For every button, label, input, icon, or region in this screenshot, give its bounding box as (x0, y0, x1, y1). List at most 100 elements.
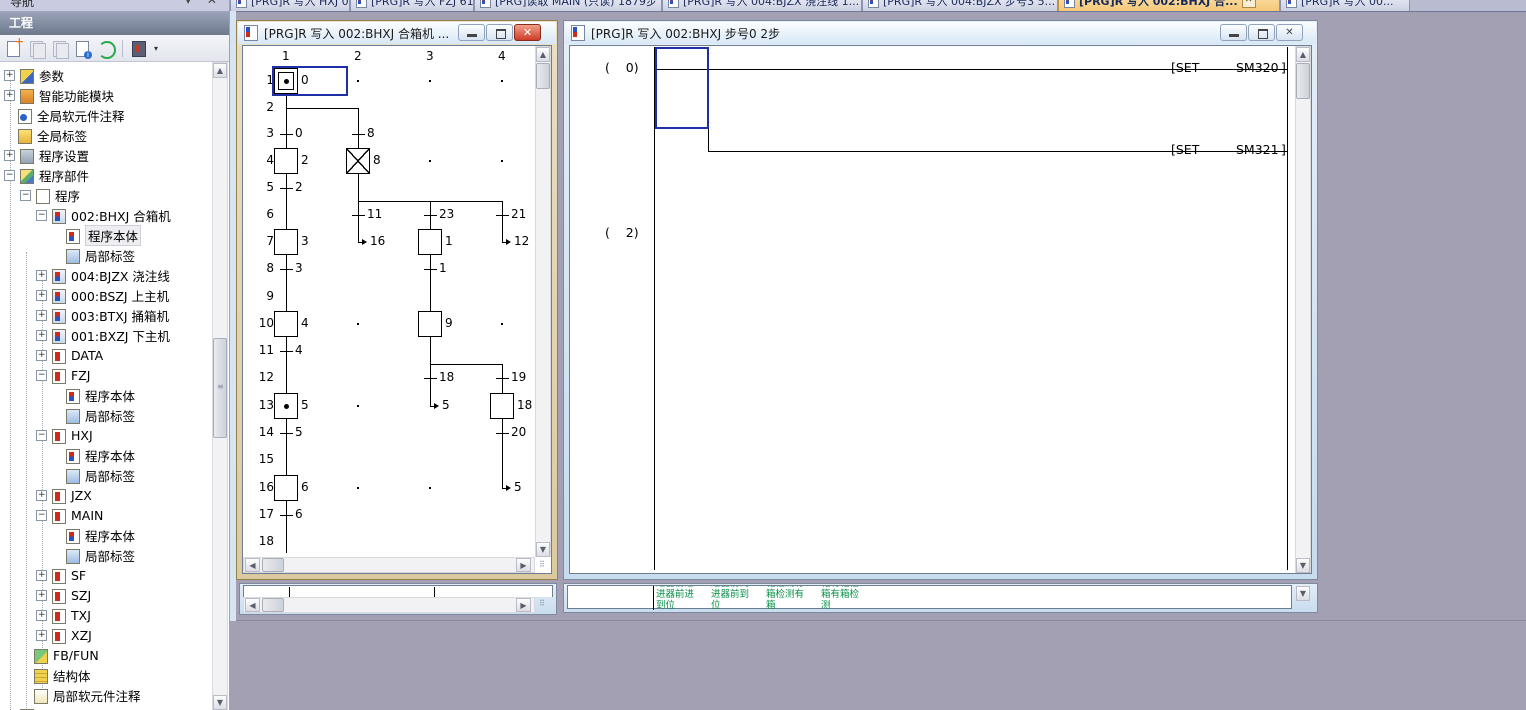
tree-item--[interactable]: 全局标签 (4, 125, 87, 145)
tree-item--[interactable]: 程序本体 (52, 225, 141, 245)
set-instruction[interactable]: [SET (1171, 60, 1199, 75)
sfc-jump-icon[interactable] (502, 479, 503, 488)
collapse-minus-icon[interactable]: − (36, 430, 47, 441)
new-data-button[interactable]: + (4, 39, 23, 58)
collapse-minus-icon[interactable]: − (20, 190, 31, 201)
sfc-transition[interactable] (280, 188, 293, 189)
tree-item--[interactable]: 局部标签 (52, 245, 135, 265)
strip-left-hscrollbar[interactable]: ◀ ▶ (243, 597, 535, 613)
sfc-jump-icon[interactable] (358, 233, 359, 242)
ladder-vscroll-thumb[interactable] (1296, 63, 1310, 99)
expand-plus-icon[interactable]: + (4, 90, 15, 101)
tree-item-txj[interactable]: +TXJ (36, 605, 91, 625)
sfc-step[interactable] (274, 393, 298, 419)
sfc-transition[interactable] (424, 269, 437, 270)
tree-item-000-bszj-[interactable]: +000:BSZJ 上主机 (36, 285, 169, 305)
sfc-scroll-up-arrow[interactable]: ▲ (536, 47, 550, 62)
property-button[interactable]: i (73, 39, 92, 58)
sfc-transition[interactable] (280, 269, 293, 270)
expand-plus-icon[interactable]: + (36, 270, 47, 281)
tree-item-003-btxj-[interactable]: +003:BTXJ 捅箱机 (36, 305, 169, 325)
document-tab-3[interactable]: [PRG]读取 MAIN (只读) 1879步 (474, 0, 662, 11)
tree-scroll-down-arrow[interactable]: ▼ (213, 695, 227, 710)
expand-plus-icon[interactable]: + (36, 310, 47, 321)
tree-item--[interactable]: +智能功能模块 (4, 85, 114, 105)
sfc-transition[interactable] (496, 215, 509, 216)
sfc-transition[interactable] (352, 215, 365, 216)
sfc-step[interactable] (274, 475, 298, 501)
sfc-step[interactable] (274, 148, 298, 174)
ladder-scroll-down-arrow[interactable]: ▼ (1296, 558, 1310, 573)
tree-scroll-up-arrow[interactable]: ▲ (213, 63, 227, 78)
tree-item--[interactable]: 局部标签 (52, 465, 135, 485)
sfc-transition[interactable] (280, 433, 293, 434)
document-tab-6[interactable]: [PRG]R 写入 002:BHXJ 合...✕ (1058, 0, 1280, 11)
dropdown-arrow-icon[interactable]: ▾ (154, 44, 158, 53)
set-operand[interactable]: SM320 (1236, 60, 1279, 75)
paste-button[interactable] (50, 39, 69, 58)
tree-item--[interactable]: 全局软元件注释 (4, 105, 125, 125)
tree-item-fb-fun[interactable]: FB/FUN (20, 645, 99, 665)
tree-item-001-bxzj-[interactable]: +001:BXZJ 下主机 (36, 325, 170, 345)
sfc-canvas[interactable]: 1234123456789101112131415161718082112321… (244, 46, 536, 558)
tree-item--[interactable]: 程序本体 (52, 445, 135, 465)
expand-plus-icon[interactable]: + (36, 350, 47, 361)
close-button[interactable]: ✕ (514, 24, 541, 41)
tree-item--[interactable]: +程序设置 (4, 145, 89, 165)
sfc-transition[interactable] (424, 378, 437, 379)
sfc-scroll-left-arrow[interactable]: ◀ (245, 558, 260, 572)
tree-item-xzj[interactable]: +XZJ (36, 625, 92, 645)
tree-item--[interactable]: 结构体 (20, 665, 91, 685)
expand-plus-icon[interactable]: + (36, 570, 47, 581)
refresh-button[interactable] (96, 39, 115, 58)
expand-plus-icon[interactable]: + (36, 610, 47, 621)
tree-item--[interactable]: −程序 (20, 185, 80, 205)
sfc-vscroll-thumb[interactable] (536, 63, 550, 89)
sfc-transition[interactable] (352, 134, 365, 135)
minimize-button[interactable] (458, 24, 485, 41)
strip-scroll-down-arrow[interactable]: ▼ (1296, 586, 1310, 601)
sfc-reset-step[interactable] (346, 148, 370, 174)
ladder-vscrollbar[interactable]: ▲ ▼ (1295, 46, 1311, 573)
sfc-vscrollbar[interactable]: ▲ ▼ (535, 46, 551, 557)
sfc-transition[interactable] (496, 378, 509, 379)
sfc-transition[interactable] (280, 351, 293, 352)
sfc-hscroll-thumb[interactable] (262, 558, 284, 572)
tree-item--[interactable]: 局部标签 (52, 405, 135, 425)
tree-scrollbar[interactable]: ▲ ≡ ▼ (212, 62, 228, 710)
restore-button[interactable] (1248, 24, 1275, 41)
sfc-step[interactable] (274, 229, 298, 255)
document-tab-1[interactable]: [PRG]R 写入 HXJ 009步 (230, 0, 350, 11)
expand-plus-icon[interactable]: + (36, 590, 47, 601)
sort-filter-button[interactable] (130, 39, 149, 58)
expand-plus-icon[interactable]: + (4, 70, 15, 81)
expand-plus-icon[interactable]: + (36, 630, 47, 641)
collapse-minus-icon[interactable]: − (36, 510, 47, 521)
sfc-step[interactable] (418, 229, 442, 255)
restore-button[interactable] (486, 24, 513, 41)
strip-hscroll-thumb[interactable] (262, 598, 284, 612)
document-tab-2[interactable]: [PRG]R 写入 FZJ 618步 (350, 0, 474, 11)
ladder-scroll-up-arrow[interactable]: ▲ (1296, 47, 1310, 62)
sfc-scroll-down-arrow[interactable]: ▼ (536, 542, 550, 557)
tree-item--[interactable]: −程序部件 (4, 165, 89, 185)
tree-item-sf[interactable]: +SF (36, 565, 86, 585)
set-operand[interactable]: SM321 (1236, 142, 1279, 157)
document-tab-5[interactable]: [PRG]R 写入 004:BJZX 步号3 5... (862, 0, 1058, 11)
strip-scroll-right-arrow[interactable]: ▶ (516, 598, 531, 612)
tree-item--[interactable]: 程序本体 (52, 385, 135, 405)
document-tab-4[interactable]: [PRG]R 写入 004:BJZX 浇注线 1... (662, 0, 862, 11)
tree-item--[interactable]: 局部标签 (52, 545, 135, 565)
sfc-step[interactable] (418, 311, 442, 337)
tree-item-fzj[interactable]: −FZJ (36, 365, 90, 385)
sfc-scroll-right-arrow[interactable]: ▶ (516, 558, 531, 572)
sfc-step[interactable] (274, 311, 298, 337)
expand-plus-icon[interactable]: + (36, 490, 47, 501)
tree-item-002-bhxj-[interactable]: −002:BHXJ 合箱机 (36, 205, 171, 225)
document-tab-7[interactable]: [PRG]R 写入 00... (1280, 0, 1410, 11)
tree-scroll-thumb[interactable]: ≡ (213, 338, 227, 438)
sfc-step[interactable] (490, 393, 514, 419)
expand-plus-icon[interactable]: + (36, 330, 47, 341)
tree-item--[interactable]: 局部软元件注释 (20, 685, 141, 705)
collapse-minus-icon[interactable]: − (36, 210, 47, 221)
